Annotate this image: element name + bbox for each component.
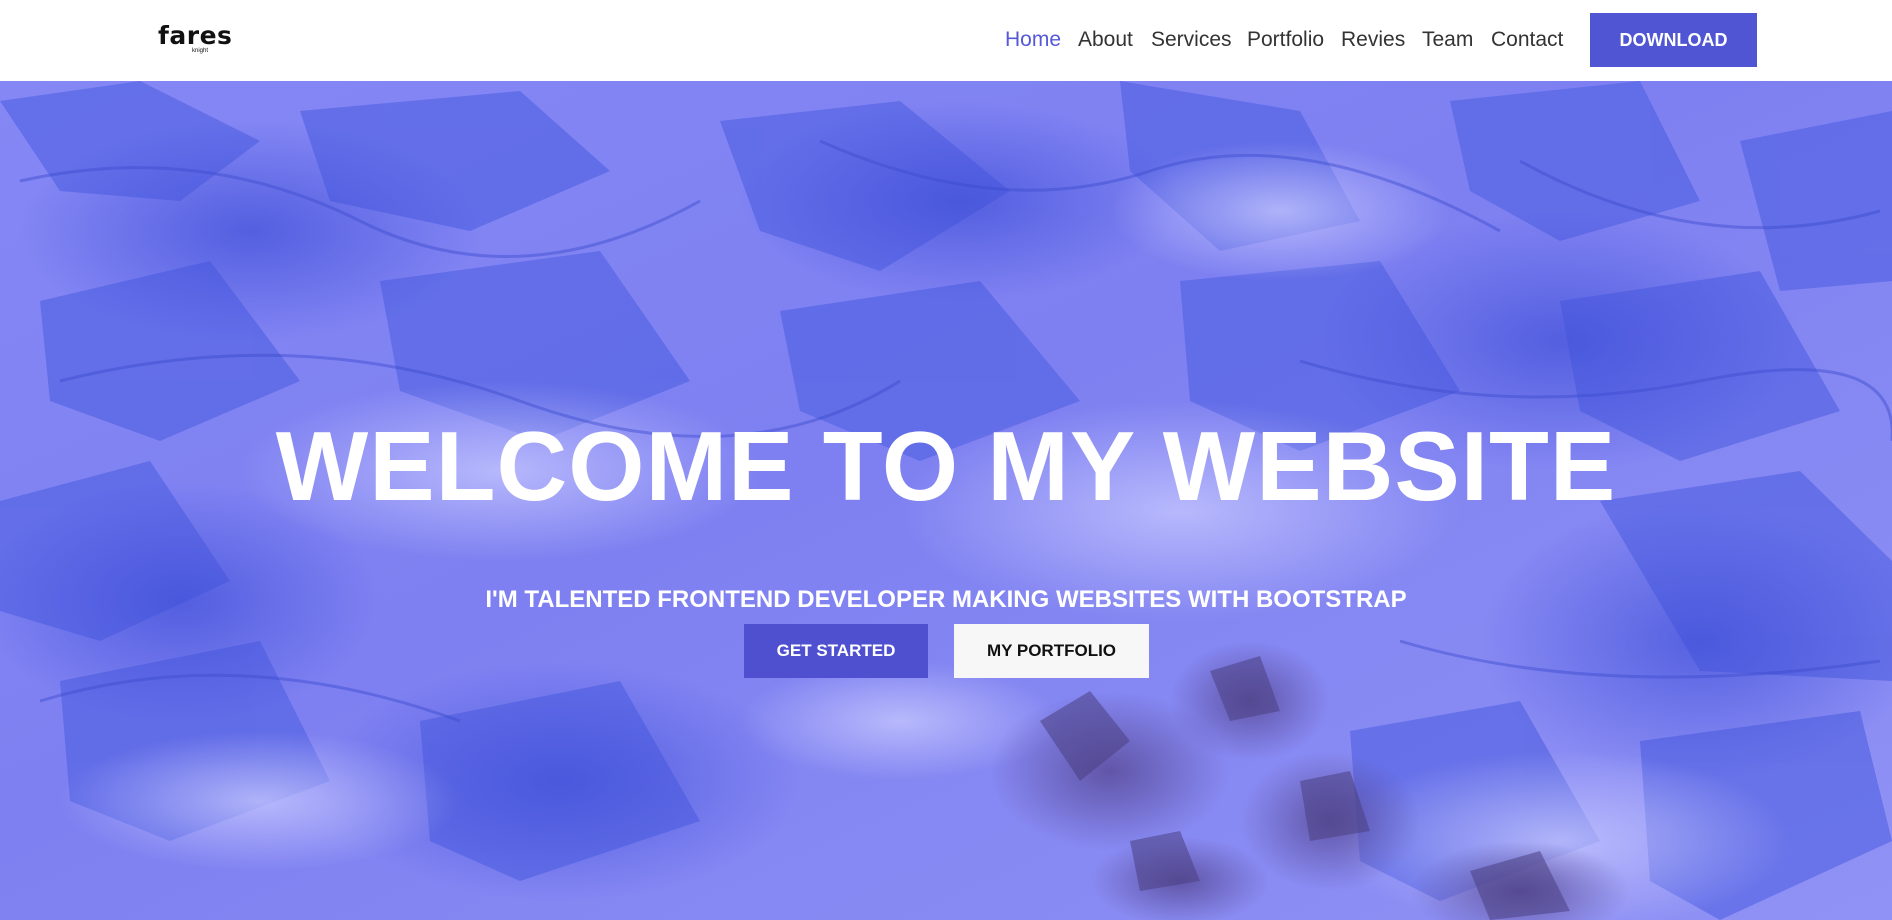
nav-item-contact[interactable]: Contact: [1491, 0, 1563, 81]
hero-title: WELCOME TO MY WEBSITE: [275, 411, 1617, 521]
nav-item-home[interactable]: Home: [1005, 0, 1061, 81]
hero-subtitle: I'M TALENTED FRONTEND DEVELOPER MAKING W…: [485, 586, 1407, 613]
navbar: fares knight Home About Services Portfol…: [0, 0, 1892, 81]
get-started-button[interactable]: GET STARTED: [744, 624, 928, 678]
nav-item-about[interactable]: About: [1078, 0, 1133, 81]
nav-item-portfolio[interactable]: Portfolio: [1247, 0, 1324, 81]
download-button[interactable]: DOWNLOAD: [1590, 13, 1757, 67]
my-portfolio-button[interactable]: MY PORTFOLIO: [954, 624, 1149, 678]
nav-item-team[interactable]: Team: [1422, 0, 1473, 81]
hero-section: WELCOME TO MY WEBSITE I'M TALENTED FRONT…: [0, 81, 1892, 920]
nav-item-services[interactable]: Services: [1151, 0, 1232, 81]
nav-item-revies[interactable]: Revies: [1341, 0, 1405, 81]
